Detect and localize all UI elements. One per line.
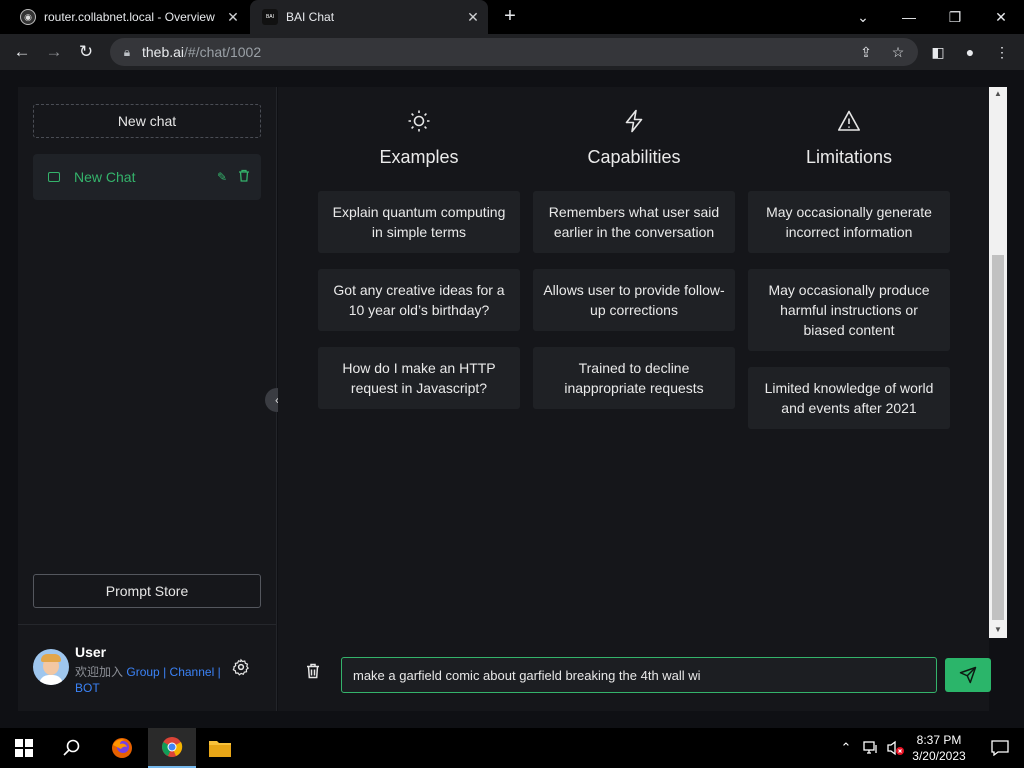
- window-close-icon[interactable]: ✕: [978, 0, 1024, 34]
- firefox-icon[interactable]: [98, 728, 146, 768]
- capabilities-column: Capabilities: [533, 107, 735, 169]
- clear-chat-trash-icon[interactable]: [300, 662, 326, 688]
- browser-menu-icon[interactable]: ⋮: [990, 38, 1014, 66]
- send-paper-plane-icon: [959, 666, 977, 684]
- settings-gear-icon[interactable]: [231, 658, 251, 678]
- example-card[interactable]: Got any creative ideas for a 10 year old…: [318, 269, 520, 331]
- tab-bai-chat[interactable]: BAI BAI Chat ✕: [250, 0, 488, 34]
- message-input-value: make a garfield comic about garfield bre…: [353, 667, 701, 683]
- limitation-card: May occasionally generate incorrect info…: [748, 191, 950, 253]
- browser-tab-strip: ◉ router.collabnet.local - Overview ✕ BA…: [0, 0, 1024, 34]
- user-profile: User 欢迎加入 Group | Channel | BOT: [33, 642, 261, 702]
- side-panel-icon[interactable]: ◧: [926, 38, 950, 66]
- examples-column: Examples: [318, 107, 520, 169]
- avatar: [33, 649, 69, 685]
- profile-icon[interactable]: ●: [958, 38, 982, 66]
- system-clock[interactable]: 8:37 PM 3/20/2023: [903, 732, 975, 764]
- column-title: Capabilities: [587, 147, 681, 167]
- tab-close-icon[interactable]: ✕: [462, 9, 484, 26]
- limitations-column: Limitations: [748, 107, 950, 169]
- limitation-card: Limited knowledge of world and events af…: [748, 367, 950, 429]
- chat-item-label: New Chat: [74, 169, 136, 185]
- tab-search-chevron-icon[interactable]: ⌄: [840, 0, 886, 34]
- message-input[interactable]: make a garfield comic about garfield bre…: [341, 657, 937, 693]
- address-bar[interactable]: 🔒︎ theb.ai /#/chat/1002: [110, 38, 918, 66]
- capability-card: Allows user to provide follow-up correct…: [533, 269, 735, 331]
- scrollbar-thumb[interactable]: [992, 255, 1004, 620]
- router-favicon-icon: ◉: [20, 9, 36, 25]
- tab-close-icon[interactable]: ✕: [222, 9, 244, 26]
- tab-title: router.collabnet.local - Overview: [44, 10, 215, 24]
- edit-pencil-icon[interactable]: ✎: [211, 170, 233, 184]
- tab-title: BAI Chat: [286, 10, 335, 24]
- network-icon[interactable]: [858, 728, 884, 768]
- delete-trash-icon[interactable]: [233, 169, 255, 185]
- column-title: Examples: [379, 147, 459, 167]
- capability-card: Remembers what user said earlier in the …: [533, 191, 735, 253]
- scroll-up-arrow-icon[interactable]: ▲: [989, 87, 1007, 101]
- clock-time: 8:37 PM: [916, 733, 962, 747]
- forward-arrow-icon[interactable]: →: [40, 38, 68, 66]
- chat-bubble-icon: [48, 172, 60, 182]
- lightning-icon: [533, 107, 735, 135]
- prompt-store-button[interactable]: Prompt Store: [33, 574, 261, 608]
- chrome-icon[interactable]: [148, 728, 196, 768]
- lock-icon: 🔒︎: [123, 44, 131, 59]
- sidebar-divider: [18, 624, 276, 625]
- column-title: Limitations: [805, 147, 893, 167]
- channel-link[interactable]: Channel: [170, 665, 215, 679]
- minimize-icon[interactable]: —: [886, 0, 932, 34]
- bot-link[interactable]: BOT: [75, 681, 100, 695]
- bai-favicon-icon: BAI: [262, 9, 278, 25]
- search-icon[interactable]: [48, 728, 96, 768]
- web-page: New chat New Chat ✎ Prompt Store User 欢迎…: [0, 70, 1024, 728]
- sidebar: New chat New Chat ✎ Prompt Store User 欢迎…: [18, 87, 277, 711]
- notifications-icon[interactable]: [976, 728, 1024, 768]
- example-card[interactable]: How do I make an HTTP request in Javascr…: [318, 347, 520, 409]
- welcome-text: 欢迎加入: [75, 665, 124, 679]
- tray-chevron-up-icon[interactable]: ⌃: [834, 728, 858, 768]
- bookmark-star-icon[interactable]: ☆: [886, 38, 910, 66]
- clock-date: 3/20/2023: [912, 749, 966, 763]
- group-link[interactable]: Group: [126, 665, 159, 679]
- tab-router-overview[interactable]: ◉ router.collabnet.local - Overview ✕: [8, 0, 248, 34]
- chat-list-item[interactable]: New Chat ✎: [33, 154, 261, 200]
- file-explorer-icon[interactable]: [196, 728, 244, 768]
- url-host: theb.ai: [142, 44, 185, 60]
- example-card[interactable]: Explain quantum computing in simple term…: [318, 191, 520, 253]
- new-chat-button[interactable]: New chat: [33, 104, 261, 138]
- scroll-down-arrow-icon[interactable]: ▼: [989, 623, 1007, 637]
- share-icon[interactable]: ⇪: [854, 38, 878, 66]
- capability-card: Trained to decline inappropriate request…: [533, 347, 735, 409]
- send-button[interactable]: [945, 658, 991, 692]
- user-name: User: [75, 644, 107, 660]
- chat-main: Examples Explain quantum computing in si…: [278, 87, 989, 711]
- back-arrow-icon[interactable]: ←: [8, 38, 36, 66]
- warning-icon: [748, 107, 950, 135]
- user-community-links: 欢迎加入 Group | Channel | BOT: [75, 665, 221, 695]
- url-path: /#/chat/1002: [184, 44, 262, 60]
- windows-taskbar: ⌃ 8:37 PM 3/20/2023: [0, 728, 1024, 768]
- restore-icon[interactable]: ❐: [932, 0, 978, 34]
- sun-icon: [318, 107, 520, 135]
- browser-toolbar: ← → ↻ 🔒︎ theb.ai /#/chat/1002 ⇪ ☆ ◧ ● ⋮: [0, 34, 1024, 70]
- windows-start-icon[interactable]: [0, 728, 48, 768]
- reload-icon[interactable]: ↻: [72, 38, 100, 66]
- limitation-card: May occasionally produce harmful instruc…: [748, 269, 950, 351]
- new-tab-plus-icon[interactable]: +: [498, 5, 522, 29]
